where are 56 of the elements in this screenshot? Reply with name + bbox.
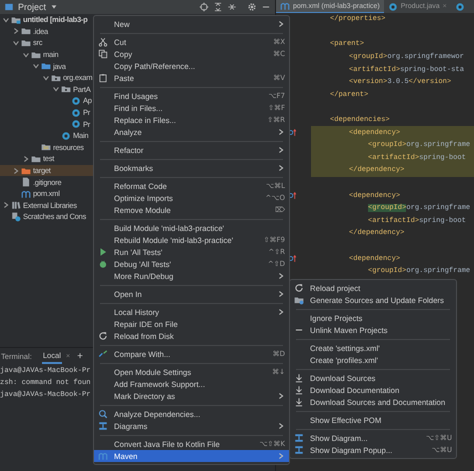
- folder-icon: [21, 26, 31, 36]
- magnifier-icon: [98, 409, 108, 419]
- compare-icon: [98, 349, 108, 359]
- class-icon: [71, 108, 81, 118]
- download-icon: [294, 385, 304, 395]
- library-icon: [11, 200, 21, 210]
- arches-icon: [98, 451, 108, 461]
- bug-icon: [98, 259, 108, 269]
- target-icon[interactable]: [199, 2, 209, 12]
- chevron-icon[interactable]: [12, 38, 20, 47]
- class-icon: [454, 2, 465, 12]
- project-view-icon: [4, 2, 14, 12]
- package-icon: [51, 72, 61, 83]
- copy-icon: [98, 49, 108, 59]
- collapse-all-icon[interactable]: [213, 2, 223, 12]
- chevron-icon[interactable]: [2, 16, 10, 24]
- chevron-icon[interactable]: [32, 62, 40, 70]
- play-icon: [98, 247, 108, 257]
- diagram-icon: [98, 421, 108, 431]
- chevron-icon[interactable]: [22, 154, 30, 163]
- class-icon: [71, 96, 81, 106]
- class-icon: [388, 2, 398, 12]
- class-icon: [61, 130, 71, 141]
- reload-icon: [98, 331, 108, 341]
- download-icon: [294, 373, 304, 383]
- scissors-icon: [98, 37, 108, 47]
- resources-folder-icon: [41, 142, 51, 152]
- diagram-icon: [294, 445, 304, 455]
- folder-gear-icon: [294, 295, 304, 305]
- chevron-icon[interactable]: [12, 166, 20, 175]
- file-icon: [21, 177, 31, 188]
- chevron-icon[interactable]: [12, 27, 20, 36]
- folder-icon: [21, 38, 31, 48]
- chevron-icon[interactable]: [2, 201, 10, 210]
- panel-title[interactable]: Project: [18, 2, 46, 12]
- module-folder-icon: [11, 14, 21, 25]
- arches-icon: [280, 1, 290, 11]
- reload-icon: [294, 283, 304, 293]
- chevron-icon[interactable]: [22, 50, 30, 59]
- arches-icon: [21, 188, 31, 199]
- expand-all-icon[interactable]: [227, 2, 237, 12]
- folder-icon: [31, 50, 41, 60]
- scratches-icon: [11, 212, 21, 222]
- settings-icon[interactable]: [247, 2, 257, 12]
- folder-icon: [21, 166, 31, 176]
- class-icon: [71, 119, 81, 130]
- chevron-icon[interactable]: [52, 85, 60, 94]
- chevron-icon[interactable]: [42, 74, 50, 82]
- diagram-icon: [294, 433, 304, 443]
- caret-icon[interactable]: [50, 3, 58, 11]
- clipboard-icon: [98, 73, 108, 83]
- folder-icon: [41, 61, 51, 72]
- add-tab-button[interactable]: +: [77, 351, 83, 362]
- folder-icon: [31, 154, 41, 164]
- package-icon: [61, 84, 71, 94]
- download-icon: [294, 397, 304, 407]
